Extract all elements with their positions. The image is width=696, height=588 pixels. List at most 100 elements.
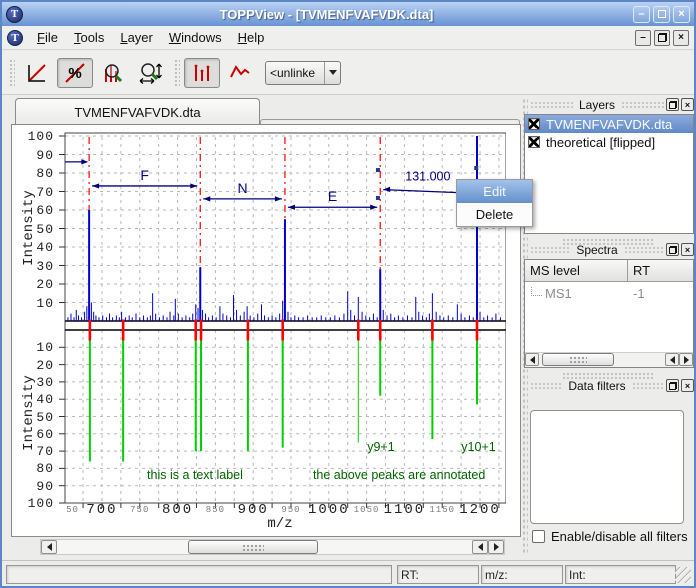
arrowhead-icon	[383, 187, 390, 192]
toolbar-handle[interactable]	[8, 58, 15, 88]
layer-visibility-checkbox[interactable]	[528, 136, 540, 148]
zoom-range-button[interactable]	[133, 58, 169, 88]
arrow-right-icon	[494, 543, 499, 551]
title-bar[interactable]: T TOPPView - [TVMENFVAFVDK.dta] – ×	[2, 2, 694, 26]
zoom-button[interactable]	[95, 58, 131, 88]
mdi-restore-button[interactable]	[654, 30, 670, 46]
peak-mode-button[interactable]	[184, 58, 220, 88]
y-tick-label: 60	[20, 427, 54, 440]
y-tick-label: 20	[20, 277, 54, 290]
close-panel-button[interactable]: ×	[681, 379, 694, 392]
percentage-intensity-button[interactable]: %	[57, 58, 93, 88]
menu-item-layer[interactable]: Layer	[112, 28, 161, 47]
y-tick-label: 10	[20, 296, 54, 309]
y-tick-label: 80	[20, 461, 54, 474]
column-header-ms-level[interactable]: MS level	[525, 260, 628, 282]
x-tick-minor-label: 1150	[422, 505, 462, 515]
float-panel-button[interactable]	[666, 379, 679, 392]
status-bar: RT: m/z: Int:	[2, 560, 694, 586]
layer-item[interactable]: theoretical [flipped]	[525, 133, 693, 151]
close-panel-button[interactable]: ×	[681, 243, 694, 256]
toolbar-handle[interactable]	[173, 58, 180, 88]
link-combo[interactable]: <unlinke	[265, 61, 341, 85]
status-rt-field: RT:	[397, 565, 479, 584]
toolbar: %	[2, 51, 694, 95]
profile-mode-button[interactable]	[222, 58, 258, 88]
reset-axes-button[interactable]	[19, 58, 55, 88]
column-header-rt[interactable]: RT	[628, 260, 693, 282]
layers-panel-header[interactable]: Layers ×	[530, 97, 694, 112]
svg-text:%: %	[68, 65, 81, 82]
menu-item-help[interactable]: Help	[230, 28, 273, 47]
annotation-distance-label: 131.000	[405, 169, 450, 183]
annotation-label: N	[238, 180, 248, 196]
y-tick-label: 60	[20, 203, 54, 216]
spectrum-canvas[interactable]: FNE131.000this is a text labelthe above …	[11, 124, 521, 537]
scroll-right-button[interactable]	[488, 540, 504, 554]
spectrum-plot[interactable]: FNE131.000this is a text labelthe above …	[57, 128, 506, 510]
layer-item[interactable]: TVMENFVAFVDK.dta	[525, 115, 693, 133]
float-panel-button[interactable]	[666, 98, 679, 111]
maximize-button[interactable]	[653, 6, 670, 23]
context-menu-item-edit[interactable]: Edit	[457, 180, 532, 203]
arrowhead-icon	[275, 196, 282, 201]
annotation-handle[interactable]	[474, 166, 478, 170]
annotation-label: F	[140, 167, 149, 183]
link-combo-value: <unlinke	[266, 66, 324, 80]
menu-item-windows[interactable]: Windows	[161, 28, 230, 47]
y-tick-label: 20	[20, 358, 54, 371]
plot-horizontal-scrollbar[interactable]	[40, 539, 505, 555]
y-tick-label: 100	[20, 129, 54, 142]
x-tick-minor-label: 750	[120, 505, 160, 515]
context-menu-item-delete[interactable]: Delete	[457, 203, 532, 226]
close-button[interactable]: ×	[673, 6, 690, 23]
float-icon	[669, 101, 677, 109]
grip-dots-icon	[569, 356, 587, 364]
spectra-table[interactable]: MS level RT MS1 -1	[524, 259, 694, 368]
restore-icon	[658, 33, 667, 42]
y-tick-label: 80	[20, 166, 54, 179]
annotation-handle[interactable]	[376, 196, 380, 200]
arrowhead-icon	[370, 205, 377, 210]
scroll-left-button[interactable]	[525, 353, 539, 366]
layer-label: TVMENFVAFVDK.dta	[546, 117, 672, 132]
resize-grip[interactable]	[675, 567, 691, 583]
combo-dropdown-button[interactable]	[324, 62, 340, 84]
y-tick-label: 50	[20, 222, 54, 235]
spectra-panel-header[interactable]: Spectra ×	[530, 242, 694, 257]
spectrum-tab[interactable]: TVMENFVAFVDK.dta	[15, 98, 260, 125]
layer-visibility-checkbox[interactable]	[528, 118, 540, 130]
spectra-row[interactable]: MS1 -1	[525, 284, 693, 302]
mdi-close-button[interactable]: ×	[673, 30, 689, 46]
arrow-left-icon	[47, 543, 52, 551]
y-tick-label: 70	[20, 444, 54, 457]
scrollbar-thumb[interactable]	[188, 540, 318, 554]
filters-list[interactable]	[530, 410, 684, 524]
menu-item-tools[interactable]: Tools	[66, 28, 112, 47]
annotation-handle[interactable]	[376, 168, 380, 172]
spectra-horizontal-scrollbar[interactable]	[525, 352, 693, 367]
panel-grip-dots	[530, 101, 573, 108]
x-tick-minor-label: 850	[195, 505, 235, 515]
float-panel-button[interactable]	[666, 243, 679, 256]
close-panel-button[interactable]: ×	[681, 98, 694, 111]
layers-list[interactable]: TVMENFVAFVDK.dtatheoretical [flipped]	[524, 114, 694, 234]
menu-item-file[interactable]: File	[29, 28, 66, 47]
scroll-left-button-2[interactable]	[472, 540, 488, 554]
percentage-intensity-icon: %	[63, 61, 87, 85]
app-logo-icon: T	[6, 6, 23, 23]
scrollbar-thumb[interactable]	[542, 353, 614, 366]
panel-grip-dots	[624, 246, 664, 253]
x-axis-title: m/z	[258, 516, 302, 532]
filters-panel-header[interactable]: Data filters ×	[530, 378, 694, 393]
scroll-left-button[interactable]	[41, 540, 57, 554]
y-tick-label: 10	[20, 340, 54, 353]
mdi-minimize-button[interactable]: –	[635, 30, 651, 46]
y-tick-label: 30	[20, 259, 54, 272]
scroll-right-button[interactable]	[679, 353, 693, 366]
mdi-child-icon[interactable]: T	[7, 30, 23, 46]
bottom-annotation-label: this is a text label	[147, 468, 243, 482]
minimize-button[interactable]: –	[633, 6, 650, 23]
enable-filters-checkbox[interactable]	[532, 530, 545, 543]
scroll-left-button-2[interactable]	[665, 353, 679, 366]
